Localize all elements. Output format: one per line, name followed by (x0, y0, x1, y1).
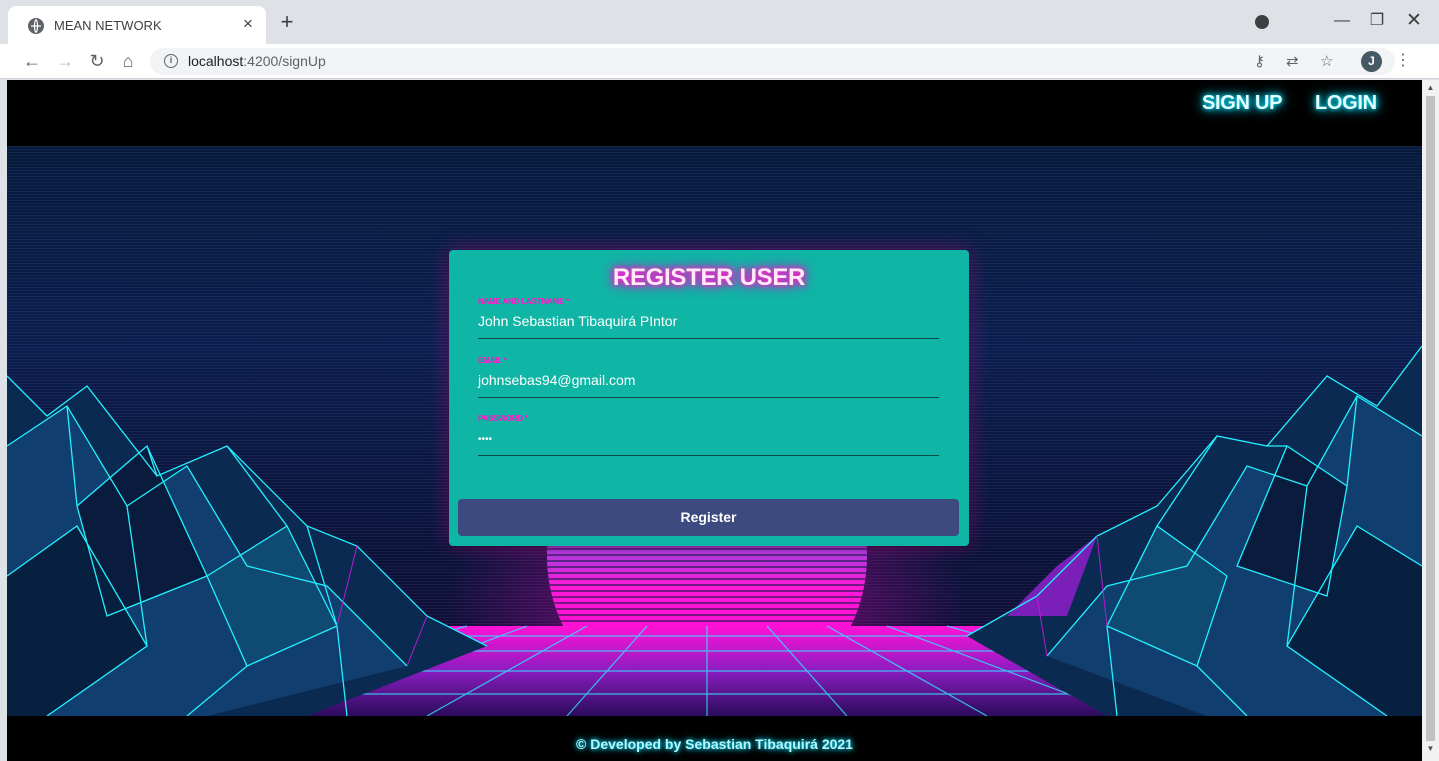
nav-login-link[interactable]: LOGIN (1315, 92, 1377, 115)
avatar[interactable]: J (1361, 51, 1382, 72)
new-tab-button[interactable]: + (276, 11, 298, 34)
page-viewport: SIGN UP LOGIN REGISTER USER NAME AND LAS… (7, 80, 1422, 761)
home-icon[interactable]: ⌂ (116, 49, 140, 73)
name-field[interactable]: NAME AND LASTNAME * John Sebastian Tibaq… (478, 297, 939, 339)
close-icon[interactable]: ✕ (1394, 8, 1434, 34)
globe-icon (28, 18, 44, 34)
nav-signup-link[interactable]: SIGN UP (1202, 92, 1282, 115)
footer-credit: © Developed by Sebastian Tibaquirá 2021 (576, 736, 853, 752)
back-arrow-icon[interactable]: ← (20, 49, 44, 73)
site-navbar: SIGN UP LOGIN (7, 80, 1422, 146)
register-card: REGISTER USER NAME AND LASTNAME * John S… (449, 250, 969, 546)
info-icon[interactable]: i (164, 54, 178, 68)
browser-toolbar: ← → ↻ ⌂ i localhost:4200/signUp ⚷ ⇄ ☆ J … (0, 44, 1439, 79)
scroll-thumb[interactable] (1426, 96, 1435, 741)
email-field[interactable]: EMAIL * johnsebas94@gmail.com (478, 356, 939, 398)
tab-title: MEAN NETWORK (54, 18, 162, 33)
translate-icon[interactable]: ⇄ (1286, 52, 1299, 70)
address-bar[interactable]: i localhost:4200/signUp ⚷ ⇄ ☆ (150, 48, 1395, 75)
email-input[interactable]: johnsebas94@gmail.com (478, 372, 635, 388)
scroll-up-arrow-icon[interactable]: ▲ (1426, 83, 1435, 92)
restore-icon[interactable]: ❐ (1357, 8, 1397, 34)
page-scrollbar[interactable]: ▲ ▼ (1422, 80, 1439, 761)
menu-dots-icon[interactable]: ⋮ (1395, 50, 1411, 70)
name-field-label: NAME AND LASTNAME * (478, 297, 570, 306)
password-field-label: PASSWORD * (478, 414, 528, 423)
reload-icon[interactable]: ↻ (85, 49, 109, 73)
minimize-icon[interactable]: — (1322, 8, 1362, 34)
name-input[interactable]: John Sebastian Tibaquirá PIntor (478, 313, 677, 329)
forward-arrow-icon[interactable]: → (53, 49, 77, 73)
key-icon[interactable]: ⚷ (1254, 52, 1265, 70)
browser-profile-icon[interactable] (1255, 15, 1269, 29)
star-icon[interactable]: ☆ (1320, 52, 1333, 70)
scroll-down-arrow-icon[interactable]: ▼ (1426, 744, 1435, 753)
password-input[interactable]: •••• (478, 434, 492, 445)
tab-close-icon[interactable]: × (238, 14, 258, 34)
site-footer: © Developed by Sebastian Tibaquirá 2021 (7, 716, 1422, 761)
url-text[interactable]: localhost:4200/signUp (188, 53, 326, 69)
email-field-label: EMAIL * (478, 356, 507, 365)
browser-tabstrip: MEAN NETWORK × + — ❐ ✕ (0, 0, 1439, 44)
browser-tab[interactable]: MEAN NETWORK × (8, 6, 266, 44)
register-button[interactable]: Register (458, 499, 959, 536)
password-field[interactable]: PASSWORD * •••• (478, 414, 939, 456)
page-title: REGISTER USER (612, 264, 806, 291)
